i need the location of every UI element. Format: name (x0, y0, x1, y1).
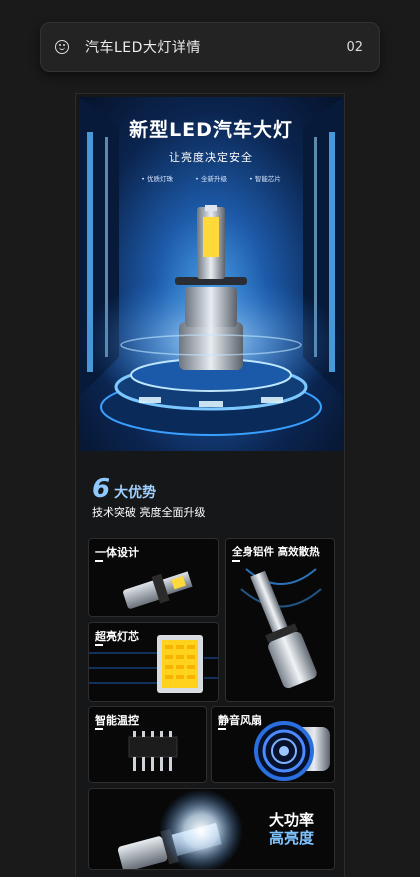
hero-banner: 新型LED汽车大灯 让亮度决定安全 优质灯珠 全新升级 智能芯片 (79, 97, 343, 451)
advantages-heading: 6 大优势 (92, 474, 156, 504)
card-title: 一体设计 (95, 546, 139, 559)
hero-tag: 优质灯珠 (141, 173, 173, 183)
card-smart-temp: 智能温控 (88, 706, 207, 783)
advantages-subtitle: 技术突破 亮度全面升级 (92, 506, 206, 519)
hero-tag: 全新升级 (195, 173, 227, 183)
advantages-number: 6 (92, 474, 111, 504)
card-underline (95, 728, 103, 730)
advantages-label: 大优势 (114, 485, 157, 501)
card-high-power: 大功率 高亮度 (88, 788, 335, 870)
page-index: 02 (346, 39, 363, 55)
bulb-heat-image (240, 568, 322, 689)
product-detail-image: 新型LED汽车大灯 让亮度决定安全 优质灯珠 全新升级 智能芯片 6 大优势 技… (75, 93, 345, 877)
card-underline (232, 560, 240, 562)
high-power-line1: 大功率 (268, 811, 314, 829)
card-aluminum-body: 全身铝件 高效散热 (225, 538, 335, 702)
hero-tags: 优质灯珠 全新升级 智能芯片 (79, 173, 343, 183)
card-underline (218, 728, 226, 730)
hero-subtitle: 让亮度决定安全 (169, 151, 253, 164)
card-underline (95, 644, 103, 646)
card-silent-fan: 静音风扇 (211, 706, 335, 783)
card-title: 超亮灯芯 (95, 630, 139, 643)
card-title: 静音风扇 (218, 714, 262, 727)
page-title: 汽车LED大灯详情 (85, 40, 201, 56)
card-title: 全身铝件 高效散热 (232, 546, 320, 558)
card-underline (95, 560, 103, 562)
smile-icon (55, 40, 69, 54)
hero-title: 新型LED汽车大灯 (129, 119, 293, 141)
hero-tag: 智能芯片 (249, 173, 281, 183)
high-power-text: 大功率 高亮度 (269, 811, 314, 847)
high-power-line2: 高亮度 (268, 829, 314, 847)
card-bright-chip: 超亮灯芯 (88, 622, 219, 702)
card-integrated-design: 一体设计 (88, 538, 219, 617)
card-title: 智能温控 (95, 714, 139, 727)
page-header: 汽车LED大灯详情 02 (40, 22, 380, 72)
